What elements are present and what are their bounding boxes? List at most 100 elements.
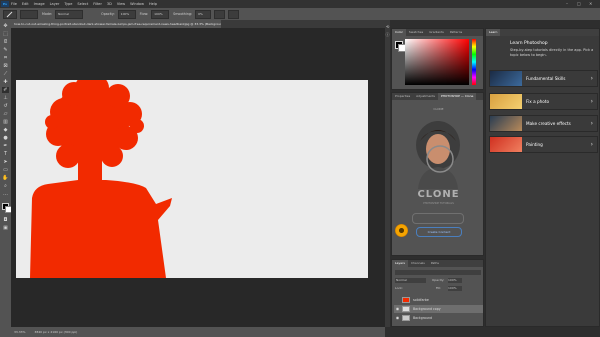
learn-item-fundamental-skills[interactable]: Fundamental Skills › [489, 70, 598, 87]
layer-row[interactable]: solidfarbe [394, 296, 483, 304]
create-content-button[interactable]: Create Content [416, 227, 462, 237]
chevron-right-icon: › [590, 75, 593, 82]
menu-view[interactable]: View [117, 2, 125, 6]
tab-patterns[interactable]: Patterns [447, 29, 465, 36]
layers-panel: Layers Channels Paths Normal Opacity: 10… [391, 259, 484, 327]
info-icon[interactable]: ⓘ [385, 32, 390, 37]
flow-input[interactable]: 100% [151, 9, 170, 19]
layers-panel-tabs: Layers Channels Paths [392, 260, 483, 267]
learn-item-painting[interactable]: Painting › [489, 136, 598, 153]
eraser-icon[interactable]: ▱ [2, 111, 9, 117]
history-icon[interactable]: ⟲ [385, 24, 390, 29]
tab-adjustments[interactable]: Adjustments [413, 93, 438, 100]
document-tab[interactable]: how-to-cut-out-amazing-thing-portrait-st… [11, 20, 221, 28]
pen-icon[interactable]: ✒ [2, 143, 9, 149]
color-field[interactable] [405, 39, 469, 85]
learn-item-fix-a-photo[interactable]: Fix a photo › [489, 93, 598, 110]
eyedropper-icon[interactable]: ⟋ [2, 71, 9, 77]
learn-panel-tabs: Learn [486, 29, 599, 36]
menu-layer[interactable]: Layer [50, 2, 60, 6]
clone-portrait-image [416, 121, 460, 189]
screen-mode-icon[interactable]: ▣ [2, 225, 9, 231]
blend-mode-select[interactable]: Normal [395, 278, 426, 283]
angle-icon[interactable] [228, 9, 240, 19]
minimize-button[interactable]: – [566, 1, 568, 6]
layer-thumbnail [402, 297, 410, 303]
creative-effects-thumbnail [490, 116, 522, 131]
smoothing-label: Smoothing: [173, 12, 193, 16]
blur-icon[interactable]: ◆ [2, 127, 9, 133]
quick-select-icon[interactable]: ✎ [2, 47, 9, 53]
menu-image[interactable]: Image [34, 2, 45, 6]
dodge-icon[interactable]: ● [2, 135, 9, 141]
document-tab-bar: how-to-cut-out-amazing-thing-portrait-st… [11, 20, 385, 28]
menu-edit[interactable]: Edit [22, 2, 29, 6]
frame-icon[interactable]: ⊠ [2, 63, 9, 69]
lasso-icon[interactable]: ᘓ [2, 39, 9, 45]
fundamental-skills-thumbnail [490, 71, 522, 86]
crop-icon[interactable]: ⌗ [2, 55, 9, 61]
menu-select[interactable]: Select [77, 2, 88, 6]
layer-row[interactable]: ◉ Background copy [394, 305, 483, 313]
mode-select[interactable]: Normal [55, 9, 84, 19]
learn-item-label: Painting [526, 142, 543, 147]
brush-size-picker[interactable] [20, 9, 38, 19]
tab-swatches[interactable]: Swatches [406, 29, 426, 36]
zoom-icon[interactable]: ⌕ [2, 183, 9, 189]
flow-label: Flow: [139, 12, 149, 16]
quick-mask-icon[interactable]: ◘ [2, 217, 9, 223]
history-brush-icon[interactable]: ↺ [2, 103, 9, 109]
tab-color[interactable]: Color [392, 29, 406, 36]
menu-3d[interactable]: 3D [107, 2, 112, 6]
tab-learn[interactable]: Learn [486, 29, 501, 36]
fill-input[interactable]: 100% [448, 286, 462, 291]
menu-window[interactable]: Window [130, 2, 144, 6]
silhouette-image [30, 80, 172, 278]
layers-opacity-label: Opacity: [432, 278, 445, 282]
zoom-level[interactable]: 33.33% [14, 330, 25, 334]
stamp-icon[interactable]: ⊥ [2, 95, 9, 101]
layers-opacity-input[interactable]: 100% [448, 278, 462, 283]
layer-filter-bar[interactable] [395, 270, 481, 275]
layer-row[interactable]: ◉ Background [394, 314, 483, 322]
path-select-icon[interactable]: ➤ [2, 159, 9, 165]
menu-filter[interactable]: Filter [93, 2, 102, 6]
hand-icon[interactable]: ✋ [2, 175, 9, 181]
color-panel: Color Swatches Gradients Patterns [391, 28, 484, 90]
tab-paths[interactable]: Paths [428, 260, 442, 267]
tab-gradients[interactable]: Gradients [426, 29, 447, 36]
clone-logo-subtitle: PHOTOSHOP TUTORIALS [423, 202, 454, 205]
collapsed-panel-strip: ⟲ ⓘ [385, 20, 390, 327]
tab-layers[interactable]: Layers [392, 260, 408, 267]
menu-type[interactable]: Type [64, 2, 72, 6]
tab-clone[interactable]: PHOTOSHOP — Clone [437, 93, 477, 100]
tool-preset-picker[interactable] [3, 9, 17, 19]
maximize-button[interactable]: □ [577, 1, 581, 6]
hue-slider[interactable] [472, 39, 476, 85]
canvas[interactable] [16, 80, 368, 278]
learn-item-creative-effects[interactable]: Make creative effects › [489, 115, 598, 132]
brush-icon[interactable]: ✐ [2, 87, 9, 93]
marquee-icon[interactable]: ⬚ [2, 31, 9, 37]
visibility-eye-icon[interactable]: ◉ [395, 305, 400, 313]
menu-file[interactable]: File [11, 2, 17, 6]
layer-name: solidfarbe [413, 298, 429, 302]
shape-icon[interactable]: ▭ [2, 167, 9, 173]
healing-icon[interactable]: ✚ [2, 79, 9, 85]
type-icon[interactable]: T [2, 151, 9, 157]
opacity-input[interactable]: 100% [117, 9, 136, 19]
tab-channels[interactable]: Channels [408, 260, 428, 267]
clone-input-field[interactable] [412, 213, 464, 224]
more-icon[interactable]: … [2, 191, 9, 197]
tab-properties[interactable]: Properties [392, 93, 413, 100]
visibility-eye-icon[interactable]: ◉ [395, 314, 400, 322]
move-icon[interactable]: ✥ [2, 23, 9, 29]
settings-gear-icon[interactable] [214, 9, 226, 19]
gradient-icon[interactable]: ▥ [2, 119, 9, 125]
properties-panel: Properties Adjustments PHOTOSHOP — Clone… [391, 92, 484, 256]
menu-help[interactable]: Help [149, 2, 157, 6]
smoothing-input[interactable]: 0% [195, 9, 212, 19]
document-size: 3840 px x 2160 px (300 ppi) [34, 330, 78, 334]
close-button[interactable]: ✕ [589, 1, 592, 6]
chevron-right-icon: › [590, 98, 593, 105]
